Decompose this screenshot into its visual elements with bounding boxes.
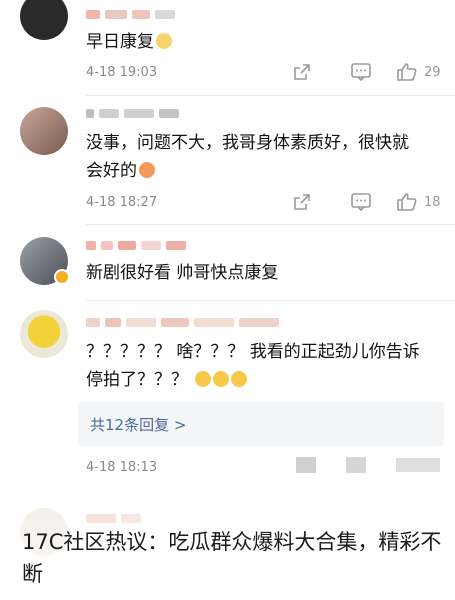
- comment-button-blurred[interactable]: [346, 457, 366, 473]
- like-button-blurred[interactable]: [396, 458, 440, 472]
- username-blurred[interactable]: [86, 8, 175, 20]
- avatar[interactable]: [20, 310, 68, 358]
- share-icon: [294, 64, 310, 80]
- share-button[interactable]: [292, 192, 350, 212]
- comment-item: ？？？？？ 啥？？？ 我看的正起劲儿你告诉 停拍了？？？ 共12条回复 > 4-…: [0, 300, 455, 500]
- share-button-blurred[interactable]: [296, 457, 316, 473]
- comment-item: 新剧很好看 帅哥快点康复: [0, 225, 455, 300]
- view-replies-link[interactable]: 共12条回复 >: [90, 414, 186, 435]
- like-count: 18: [424, 194, 441, 210]
- verified-badge-icon: [54, 269, 70, 285]
- avatar[interactable]: [20, 107, 68, 155]
- comment-text: 新剧很好看 帅哥快点康复: [86, 263, 279, 283]
- avatar[interactable]: [20, 0, 68, 40]
- replies-box[interactable]: 共12条回复 >: [78, 402, 444, 446]
- thumbs-up-icon: [397, 63, 417, 81]
- comment-item: 早日康复 4-18 19:03 29: [0, 0, 455, 95]
- like-button[interactable]: 18: [396, 192, 441, 212]
- comment-text: ？？？？？ 啥？？？ 我看的正起劲儿你告诉 停拍了？？？: [86, 342, 420, 390]
- share-icon: [294, 194, 310, 210]
- comment-button[interactable]: [350, 192, 396, 212]
- page-caption: 17C社区热议：吃瓜群众爆料大合集，精彩不断: [22, 530, 442, 586]
- like-count: 29: [424, 64, 441, 80]
- comment-time: 4-18 19:03: [86, 65, 158, 80]
- crying-emoji-icon: [213, 371, 230, 387]
- emoji-icon: [156, 33, 172, 49]
- comment-icon: [351, 63, 371, 82]
- comment-icon: [351, 193, 371, 212]
- username-blurred[interactable]: [86, 239, 186, 251]
- comment-text: 没事，问题不大，我哥身体素质好，很快就 会好的: [86, 133, 409, 181]
- share-button[interactable]: [292, 62, 350, 82]
- crying-emoji-icon: [195, 371, 212, 387]
- emoji-icon: [139, 162, 155, 178]
- username-blurred[interactable]: [86, 316, 279, 328]
- thumbs-up-icon: [397, 193, 417, 211]
- crying-emoji-icon: [231, 371, 248, 387]
- comment-time: 4-18 18:13: [86, 460, 158, 475]
- comment-button[interactable]: [350, 62, 396, 82]
- comment-time: 4-18 18:27: [86, 195, 158, 210]
- comment-text: 早日康复: [86, 28, 172, 56]
- comment-item: 没事，问题不大，我哥身体素质好，很快就 会好的 4-18 18:27 18: [0, 95, 455, 225]
- like-button[interactable]: 29: [396, 62, 441, 82]
- username-blurred[interactable]: [86, 107, 179, 119]
